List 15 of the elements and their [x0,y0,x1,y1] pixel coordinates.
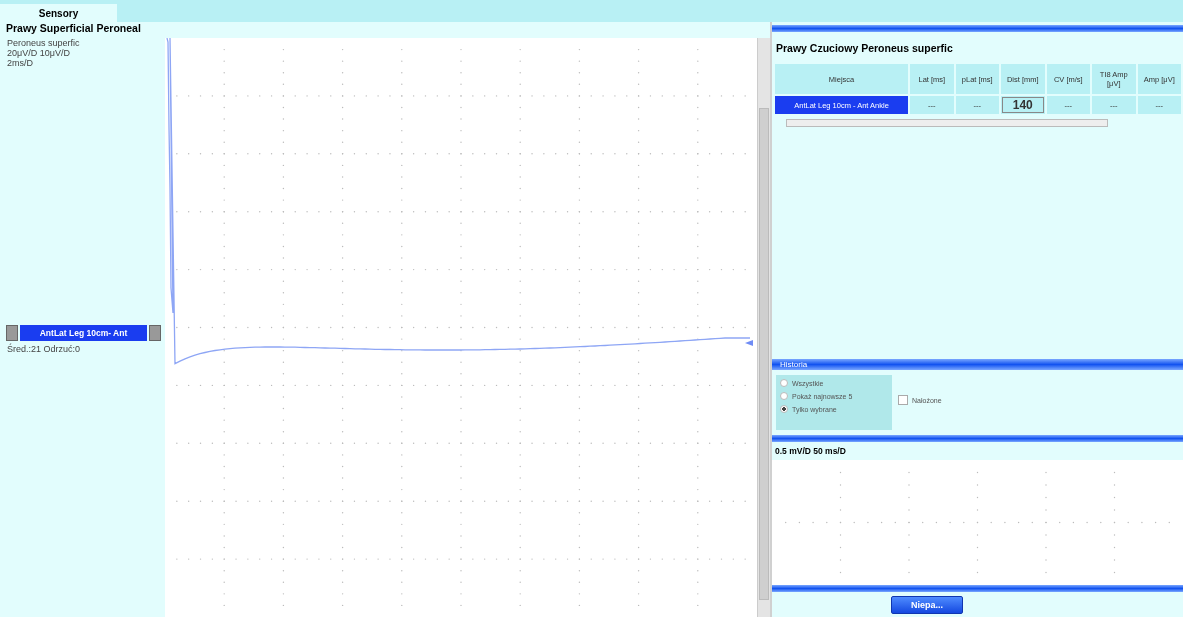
scale-label: 0.5 mV/D 50 ms/D [774,445,847,458]
trace-label[interactable]: AntLat Leg 10cm- Ant [20,325,147,341]
marker-button[interactable] [149,325,161,341]
averaging-stats: Śred.:21 Odrzuć:0 [6,344,81,354]
nerve-label: Peroneus superfic [6,38,81,48]
panel-title: Prawy Superficial Peroneal [0,22,770,38]
scroll-button[interactable] [6,325,18,341]
button[interactable]: Niepa... [891,595,963,614]
history-header: Historia [772,359,1183,370]
marker-icon [745,340,753,346]
sweep-label: 2ms/D [6,58,34,68]
tab[interactable]: Sensory [0,4,117,22]
table-cell: 140 [1001,96,1045,114]
sensitivity-label: 20μV/D 10μV/D [6,48,71,58]
results-title: Prawy Czuciowy Peroneus superfic [775,41,954,56]
